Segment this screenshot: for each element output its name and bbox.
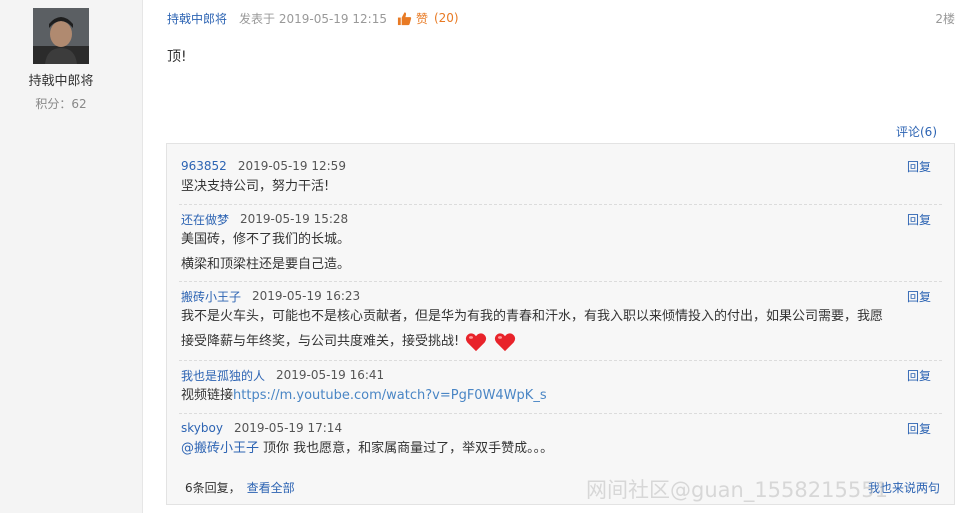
like-label: 赞: [415, 11, 428, 26]
like-count: (20): [433, 11, 459, 25]
comment-item: 我也是孤独的人 2019-05-19 16:41 回复 视频链接https://…: [181, 367, 941, 408]
comments-box: 963852 2019-05-19 12:59 回复 坚决支持公司，努力干活! …: [166, 143, 955, 505]
post-header: 持戟中郎将 发表于 2019-05-19 12:15 赞 (20): [167, 9, 459, 27]
comment-text: 横梁和顶梁柱还是要自己造。: [181, 257, 351, 272]
post-time: 发表于 2019-05-19 12:15: [239, 11, 387, 26]
heart-icon: [494, 332, 515, 351]
reply-button[interactable]: 回复: [907, 367, 931, 384]
comment-text: 顶你 我也愿意，和家属商量过了，举双手赞成。。。: [263, 441, 554, 456]
comment-text-line: 接受降薪与年终奖，与公司共度难关，接受挑战!: [181, 329, 941, 354]
floor-number: 2楼: [935, 12, 955, 26]
comment-author[interactable]: 我也是孤独的人: [181, 367, 265, 384]
view-all-link[interactable]: 查看全部: [247, 481, 295, 495]
comment-time: 2019-05-19 15:28: [240, 212, 349, 226]
reply-button[interactable]: 回复: [907, 158, 931, 175]
like-button[interactable]: 赞 (20): [397, 10, 459, 27]
comment-text: 视频链接: [181, 388, 234, 403]
post-author-link[interactable]: 持戟中郎将: [167, 10, 227, 27]
heart-icon: [466, 332, 487, 351]
comment-text: 美国砖，修不了我们的长城。: [181, 232, 351, 247]
comment-text-line: 视频链接https://m.youtube.com/watch?v=PgF0W4…: [181, 383, 941, 408]
comment-item: 963852 2019-05-19 12:59 回复 坚决支持公司，努力干活!: [181, 158, 941, 199]
user-panel: 持戟中郎将 积分：62: [0, 0, 143, 513]
comment-time: 2019-05-19 17:14: [233, 421, 343, 435]
comment-divider: [179, 360, 942, 361]
add-comment-button[interactable]: 我也来说两句: [868, 479, 940, 496]
comment-time: 2019-05-19 16:23: [252, 289, 361, 303]
comment-text-line: @搬砖小王子 顶你 我也愿意，和家属商量过了，举双手赞成。。。: [181, 436, 941, 461]
reply-button[interactable]: 回复: [907, 288, 931, 305]
comments-toggle[interactable]: 评论(6): [896, 123, 937, 140]
comments-footer: 6条回复， 查看全部: [185, 479, 295, 496]
comment-author[interactable]: 963852: [181, 159, 227, 173]
user-name[interactable]: 持戟中郎将: [0, 70, 122, 89]
comment-divider: [179, 281, 942, 282]
thumbs-up-icon: [397, 11, 412, 25]
comment-item: 搬砖小王子 2019-05-19 16:23 回复 我不是火车头，可能也不是核心…: [181, 288, 941, 354]
comment-item: skyboy 2019-05-19 17:14 回复 @搬砖小王子 顶你 我也愿意…: [181, 420, 941, 461]
comment-text: 接受降薪与年终奖，与公司共度难关，接受挑战!: [181, 334, 460, 349]
comment-divider: [179, 413, 942, 414]
comment-author[interactable]: 还在做梦: [181, 211, 229, 228]
video-link[interactable]: https://m.youtube.com/watch?v=PgF0W4WpK_…: [233, 388, 547, 403]
comment-time: 2019-05-19 12:59: [237, 159, 346, 173]
user-score: 积分：62: [35, 97, 87, 111]
reply-button[interactable]: 回复: [907, 211, 931, 228]
comment-divider: [179, 204, 942, 205]
comment-author[interactable]: skyboy: [181, 421, 223, 435]
comment-author[interactable]: 搬砖小王子: [181, 288, 241, 305]
reply-button[interactable]: 回复: [907, 420, 931, 437]
post-content: 顶!: [167, 49, 187, 65]
reply-count: 6条回复，: [185, 481, 241, 495]
mention-link[interactable]: @搬砖小王子: [181, 441, 259, 456]
comment-text: 我不是火车头，可能也不是核心贡献者，但是华为有我的青春和汗水，有我入职以来倾情投…: [181, 309, 884, 324]
avatar[interactable]: [33, 8, 89, 64]
comment-item: 还在做梦 2019-05-19 15:28 回复 美国砖，修不了我们的长城。 横…: [181, 211, 941, 277]
comment-time: 2019-05-19 16:41: [276, 368, 385, 382]
comment-text: 坚决支持公司，努力干活!: [181, 179, 330, 194]
